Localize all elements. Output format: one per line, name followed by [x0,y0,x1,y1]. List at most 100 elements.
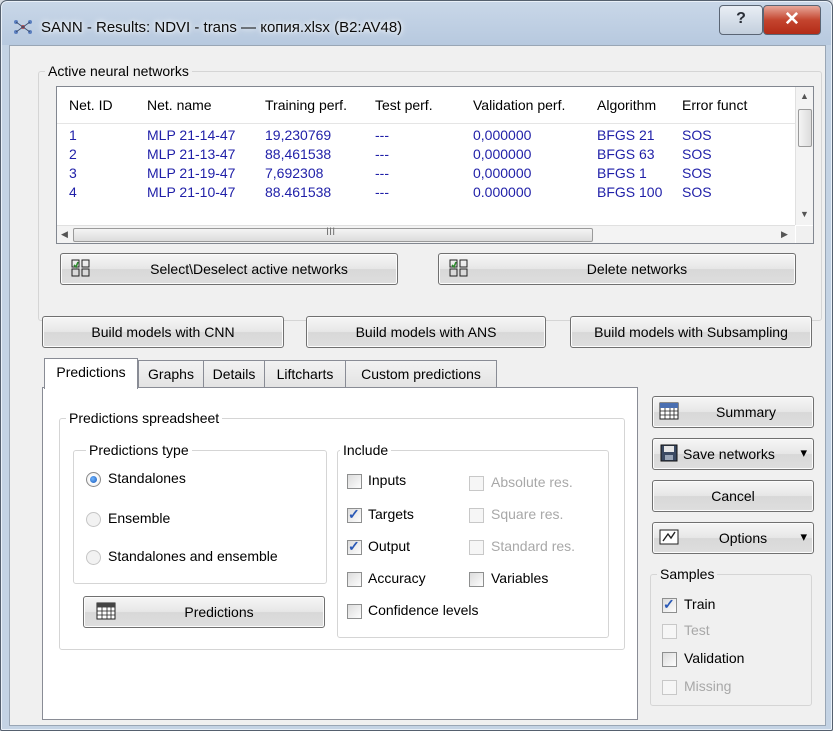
table-row[interactable]: 2 MLP 21-13-47 88,461538 --- 0,000000 BF… [57,146,797,166]
select-deselect-networks-button[interactable]: Select\Deselect active networks [60,253,398,285]
column-header[interactable]: Net. name [147,97,212,113]
save-networks-button[interactable]: Save networks ▾ [652,438,814,470]
tab-custom-predictions[interactable]: Custom predictions [345,360,497,387]
help-button[interactable]: ? [719,5,763,35]
table-row[interactable]: 1 MLP 21-14-47 19,230769 --- 0,000000 BF… [57,127,797,147]
predictions-button[interactable]: Predictions [83,596,325,628]
summary-icon [659,402,679,420]
cell-validation-perf: 0,000000 [473,146,532,162]
delete-networks-button[interactable]: Delete networks [438,253,796,285]
tab-custom-predictions-label: Custom predictions [361,366,481,382]
close-button[interactable]: ✕ [763,5,821,35]
select-deselect-label: Select\Deselect active networks [150,261,348,277]
accuracy-checkbox[interactable] [347,572,362,587]
build-subsampling-button[interactable]: Build models with Subsampling [570,316,812,348]
help-icon: ? [736,10,746,27]
tab-predictions[interactable]: Predictions [44,358,138,389]
cell-test-perf: --- [375,165,389,181]
build-ans-button[interactable]: Build models with ANS [306,316,546,348]
cell-net-id: 1 [69,127,77,143]
checkmark-icon: ✓ [348,506,360,522]
tab-details-label: Details [212,366,256,382]
tab-graphs-label: Graphs [148,366,194,382]
cell-error-function: SOS [682,146,712,162]
cell-error-function: SOS [682,127,712,143]
predictions-button-label: Predictions [184,604,254,620]
build-cnn-label: Build models with CNN [91,324,235,340]
title-bar[interactable]: SANN - Results: NDVI - trans — копия.xls… [1,1,832,45]
scroll-up-icon[interactable]: ▲ [800,91,809,101]
train-checkbox[interactable]: ✓ [662,596,677,613]
options-label: Options [718,530,768,546]
build-subsampling-label: Build models with Subsampling [594,324,788,340]
tab-liftcharts[interactable]: Liftcharts [264,360,346,387]
summary-button[interactable]: Summary [652,396,814,428]
networks-table[interactable]: Net. ID Net. name Training perf. Test pe… [56,86,814,244]
tab-details[interactable]: Details [203,360,265,387]
square-res-label: Square res. [491,506,564,522]
scroll-corner [796,226,813,243]
table-row[interactable]: 3 MLP 21-19-47 7,692308 --- 0,000000 BFG… [57,165,797,185]
build-ans-label: Build models with ANS [355,324,497,340]
delete-networks-icon [449,259,468,277]
confidence-levels-label: Confidence levels [368,602,479,618]
options-button[interactable]: Options ▾ [652,522,814,554]
train-label: Train [684,596,716,612]
standard-res-checkbox[interactable] [469,540,484,555]
inputs-label: Inputs [368,472,407,488]
inputs-checkbox[interactable] [347,474,362,489]
scroll-left-icon[interactable]: ◀ [61,229,68,240]
dropdown-arrow-icon: ▾ [800,445,807,460]
radio-standalones-and-ensemble[interactable] [86,550,101,565]
cell-training-perf: 88,461538 [265,184,332,197]
confidence-levels-checkbox[interactable] [347,604,362,619]
targets-checkbox[interactable]: ✓ [347,506,362,523]
output-checkbox[interactable]: ✓ [347,538,362,555]
column-header[interactable]: Validation perf. [473,97,565,113]
cell-net-id: 2 [69,146,77,162]
absolute-res-checkbox[interactable] [469,476,484,491]
cell-algorithm: BFGS 1 [597,165,647,181]
build-cnn-button[interactable]: Build models with CNN [42,316,284,348]
vertical-scrollbar[interactable]: ▲ ▼ [795,87,813,225]
cancel-button[interactable]: Cancel [652,480,814,512]
save-networks-label: Save networks [683,446,775,462]
output-label: Output [368,538,411,554]
horizontal-scrollbar[interactable]: ◀ III ▶ [57,225,795,243]
missing-label: Missing [684,678,732,694]
table-row[interactable]: 4 MLP 21-10-47 88,461538 --- 0,000000 BF… [57,184,797,197]
column-header[interactable]: Algorithm [597,97,656,113]
variables-checkbox[interactable] [469,572,484,587]
cell-algorithm: BFGS 100 [597,184,663,197]
tab-graphs[interactable]: Graphs [138,360,204,387]
sann-results-window: SANN - Results: NDVI - trans — копия.xls… [0,0,833,731]
column-header[interactable]: Net. ID [69,97,113,113]
validation-label: Validation [684,650,745,666]
validation-checkbox[interactable] [662,652,677,667]
column-header[interactable]: Test perf. [375,97,433,113]
horizontal-scroll-thumb[interactable]: III [73,226,593,242]
cell-error-function: SOS [682,165,712,181]
radio-standalones[interactable] [86,472,101,487]
scroll-right-icon[interactable]: ▶ [781,229,788,240]
summary-label: Summary [716,404,776,420]
radio-ensemble[interactable] [86,512,101,527]
cell-training-perf: 19,230769 [265,127,332,143]
column-header[interactable]: Training perf. [265,97,347,113]
cell-net-name: MLP 21-10-47 [147,184,236,197]
column-header[interactable]: Error funct [682,97,747,113]
targets-label: Targets [368,506,414,522]
ensemble-label: Ensemble [108,510,171,526]
cell-net-name: MLP 21-13-47 [147,146,236,162]
save-disk-icon [660,444,678,462]
thumb-grip: III [326,226,336,238]
cell-algorithm: BFGS 63 [597,146,655,162]
cell-net-id: 3 [69,165,77,181]
test-checkbox[interactable] [662,624,677,639]
scroll-down-icon[interactable]: ▼ [800,209,809,219]
spreadsheet-icon [96,602,116,620]
missing-checkbox[interactable] [662,680,677,695]
vertical-scroll-thumb[interactable] [798,109,812,147]
standard-res-label: Standard res. [491,538,576,554]
square-res-checkbox[interactable] [469,508,484,523]
